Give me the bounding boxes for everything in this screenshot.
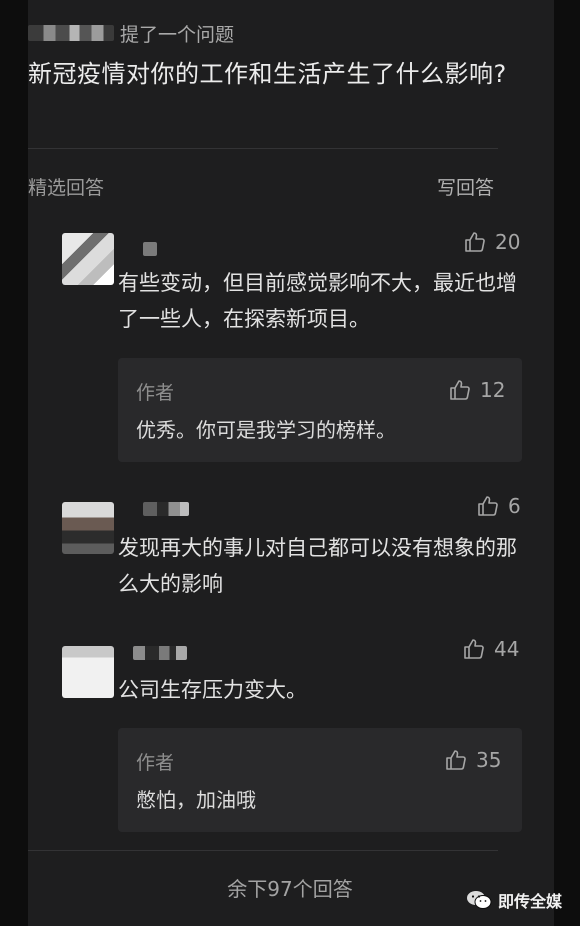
divider <box>28 850 498 851</box>
user-name-blurred[interactable] <box>133 646 187 660</box>
answer-text[interactable]: 公司生存压力变大。 <box>118 672 518 708</box>
user-name-blurred[interactable] <box>143 502 189 516</box>
thumbs-up-icon <box>464 639 484 659</box>
reply-like-count: 12 <box>480 378 506 402</box>
thumbs-up-icon <box>446 750 466 770</box>
asker-name-blurred[interactable] <box>28 25 114 41</box>
answer-text[interactable]: 发现再大的事儿对自己都可以没有想象的那么大的影响 <box>118 530 518 602</box>
user-name-blurred[interactable] <box>143 242 157 256</box>
question-title[interactable]: 新冠疫情对你的工作和生活产生了什么影响? <box>28 56 508 93</box>
thumbs-up-icon <box>465 232 485 252</box>
reply-like-count: 35 <box>476 748 502 772</box>
avatar[interactable] <box>62 502 114 554</box>
divider <box>28 148 498 149</box>
like-button[interactable]: 44 <box>462 637 519 661</box>
watermark: 即传全媒 <box>466 888 562 912</box>
thumbs-up-icon <box>478 496 498 516</box>
avatar[interactable] <box>62 646 114 698</box>
watermark-text: 即传全媒 <box>497 892 562 911</box>
answer-text[interactable]: 有些变动，但目前感觉影响不大，最近也增了一些人，在探索新项目。 <box>118 265 518 337</box>
like-count: 20 <box>495 230 521 254</box>
reply-author-label: 作者 <box>136 752 175 774</box>
reply-author-label: 作者 <box>136 382 175 404</box>
like-count: 44 <box>494 637 520 661</box>
wechat-icon <box>466 891 492 909</box>
write-answer-button[interactable]: 写回答 <box>437 173 494 200</box>
reply-text: 憋怕，加油哦 <box>136 788 256 812</box>
reply-text: 优秀。你可是我学习的榜样。 <box>136 418 396 442</box>
like-button[interactable]: 20 <box>463 230 520 254</box>
like-count: 6 <box>508 494 521 518</box>
author-reply-box[interactable]: 作者 35 憋怕，加油哦 <box>118 728 522 832</box>
like-button[interactable]: 6 <box>476 494 521 518</box>
asker-action-text: 提了一个问题 <box>120 23 235 46</box>
author-reply-box[interactable]: 作者 12 优秀。你可是我学习的榜样。 <box>118 358 522 462</box>
thumbs-up-icon <box>450 380 470 400</box>
asker-row: 提了一个问题 <box>28 20 234 46</box>
answer-tabs: 精选回答 写回答 <box>28 173 498 203</box>
reply-like-button[interactable]: 12 <box>448 378 505 402</box>
avatar[interactable] <box>62 233 114 285</box>
reply-like-button[interactable]: 35 <box>444 748 501 772</box>
tab-featured-answers[interactable]: 精选回答 <box>28 173 104 200</box>
